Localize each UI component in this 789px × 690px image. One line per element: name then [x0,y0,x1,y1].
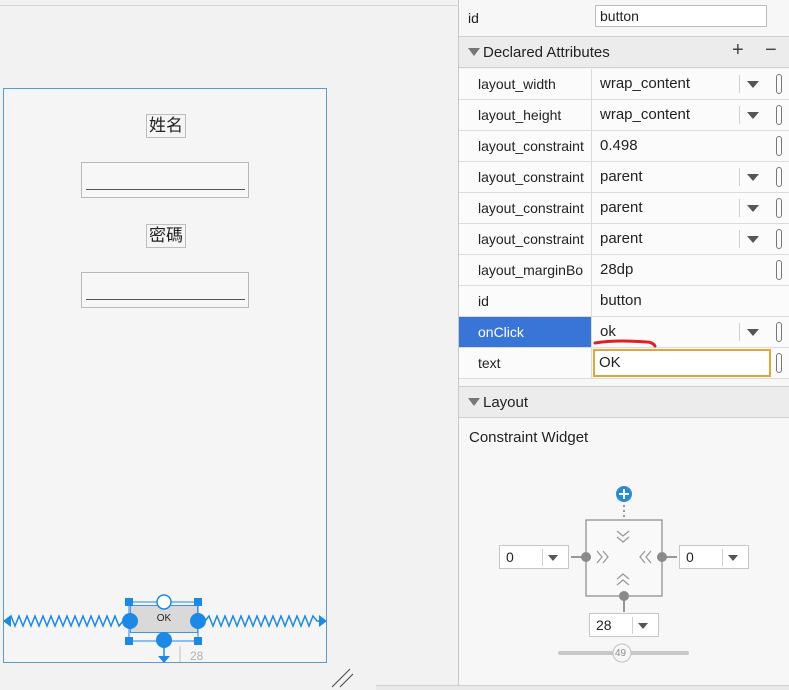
left-margin-dropdown[interactable]: 0 [499,545,569,569]
resource-picker-icon[interactable] [776,322,782,342]
dropdown-arrow-icon[interactable] [747,205,759,212]
dropdown-arrow-icon[interactable] [747,81,759,88]
dropdown-separator [739,323,740,341]
add-attribute-button[interactable]: + [732,39,744,62]
resource-picker-icon[interactable] [776,353,782,373]
dropdown-arrow-icon[interactable] [747,329,759,336]
attr-value[interactable]: wrap_content [600,100,690,130]
attr-name: layout_constraint [459,193,592,223]
attr-name: text [459,348,592,378]
dropdown-arrow-icon[interactable] [638,623,648,629]
attr-value[interactable]: button [600,286,642,316]
left-anchor-handle [122,613,138,629]
constraint-widget-area: Constraint Widget 0 0 28 49 [459,419,789,690]
bottom-margin-readout: 28 [190,649,204,663]
bottom-margin-dropdown[interactable]: 28 [589,613,659,637]
attr-name: layout_constraint [459,162,592,192]
collapse-triangle-icon[interactable] [468,398,480,406]
attr-row-constraint-bias[interactable]: layout_constraint 0.498 [459,131,789,162]
bottom-anchor-handle [156,632,172,648]
dropdown-arrow-icon[interactable] [548,555,558,561]
resource-picker-icon[interactable] [776,105,782,125]
attr-name: layout_width [459,69,592,99]
right-margin-value: 0 [686,549,694,565]
right-margin-dropdown[interactable]: 0 [679,545,749,569]
resize-handle-top-right [194,598,202,606]
dropdown-separator [739,230,740,248]
canvas-resize-icon[interactable] [330,668,354,688]
widget-box [585,519,663,597]
attr-name: onClick [459,317,592,347]
declared-attributes-title: Declared Attributes [483,44,610,61]
dropdown-arrow-icon[interactable] [728,555,738,561]
text-value-editor[interactable]: OK [593,349,771,377]
dropdown-separator [542,549,543,566]
left-constraint-dot [581,552,591,562]
dropdown-arrow-icon[interactable] [747,112,759,119]
attr-row-id[interactable]: id button [459,286,789,317]
resource-picker-icon[interactable] [776,229,782,249]
attr-value[interactable]: parent [600,224,643,254]
layout-title: Layout [483,394,529,411]
attr-value[interactable]: 28dp [600,255,633,285]
attr-name: layout_constraint [459,224,592,254]
attr-name: layout_constraint [459,131,592,161]
attr-name: id [459,286,592,316]
resource-picker-icon[interactable] [776,136,782,156]
attr-row-constraint-1[interactable]: layout_constraint parent [459,162,789,193]
resize-handle-bottom-right [194,637,202,645]
dropdown-arrow-icon[interactable] [747,174,759,181]
attr-value[interactable]: parent [600,193,643,223]
attributes-panel: id button Declared Attributes + − layout… [459,0,789,690]
attr-name: layout_marginBo [459,255,592,285]
attr-row-layout-height[interactable]: layout_height wrap_content [459,100,789,131]
attr-row-text[interactable]: text OK [459,348,789,379]
id-input[interactable]: button [595,5,767,27]
resize-handle-top-left [125,598,133,606]
attr-value[interactable]: wrap_content [600,69,690,99]
resize-handle-bottom-left [125,637,133,645]
resource-picker-icon[interactable] [776,74,782,94]
right-anchor-handle [190,613,206,629]
bottom-margin-value: 28 [596,617,612,633]
resource-picker-icon[interactable] [776,198,782,218]
attr-row-margin-bottom[interactable]: layout_marginBo 28dp [459,255,789,286]
layout-header[interactable]: Layout [459,386,789,418]
bottom-constraint-dot [619,591,629,601]
attr-name: layout_height [459,100,592,130]
resource-picker-icon[interactable] [776,167,782,187]
attr-row-onclick[interactable]: onClick ok [459,317,789,348]
right-constraint-dot [657,552,667,562]
collapse-triangle-icon[interactable] [468,48,480,56]
top-anchor-handle [156,594,172,610]
attr-row-layout-width[interactable]: layout_width wrap_content [459,69,789,100]
dropdown-arrow-icon[interactable] [747,236,759,243]
declared-attributes-header[interactable]: Declared Attributes + − [459,36,789,68]
id-label: id [468,10,479,26]
id-row: id button [459,0,789,34]
bias-value: 49 [615,648,627,659]
dropdown-separator [739,168,740,186]
attr-row-constraint-3[interactable]: layout_constraint parent [459,224,789,255]
resource-picker-icon[interactable] [776,260,782,280]
dropdown-separator [739,75,740,93]
attr-row-constraint-2[interactable]: layout_constraint parent [459,193,789,224]
dropdown-separator [722,549,723,566]
attr-value[interactable]: 0.498 [600,131,638,161]
widget-handles [122,594,206,648]
bottom-status-strip [376,685,789,690]
design-canvas[interactable]: 姓名 密碼 OK 28 [0,0,459,690]
left-margin-value: 0 [506,549,514,565]
remove-attribute-button[interactable]: − [765,39,777,62]
dropdown-separator [739,106,740,124]
attr-value[interactable]: parent [600,162,643,192]
dropdown-separator [739,199,740,217]
dropdown-separator [632,617,633,634]
